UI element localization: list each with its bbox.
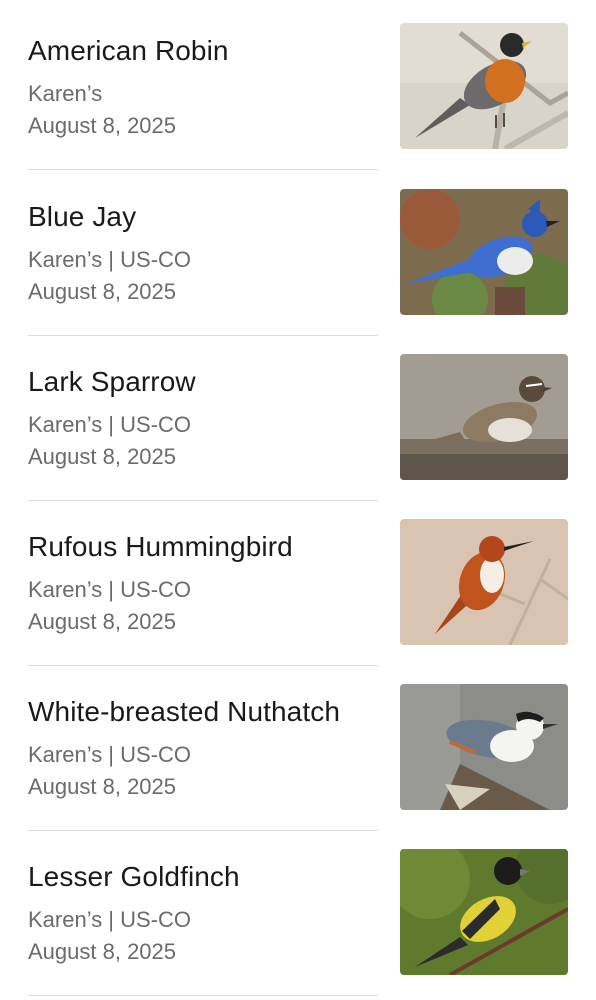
photo-icon xyxy=(400,189,568,315)
location-text: Karen’s xyxy=(28,81,103,106)
photo-icon xyxy=(400,354,568,480)
location-text: Karen’s | US-CO xyxy=(28,412,192,437)
species-name: Lark Sparrow xyxy=(28,366,196,397)
species-name: Blue Jay xyxy=(28,201,137,232)
date-text: August 8, 2025 xyxy=(28,609,177,634)
sighting-row-lark-sparrow[interactable]: Lark Sparrow Karen’s | US-CO August 8, 2… xyxy=(0,331,596,501)
lesser-goldfinch-photo[interactable] xyxy=(400,849,568,975)
location-text: Karen’s | US-CO xyxy=(28,742,192,767)
date-text: August 8, 2025 xyxy=(28,774,177,799)
photo-icon xyxy=(400,519,568,645)
location-text: Karen’s | US-CO xyxy=(28,577,192,602)
location-text: Karen’s | US-CO xyxy=(28,907,192,932)
photo-icon xyxy=(400,23,568,149)
row-divider xyxy=(28,995,378,996)
species-name: Rufous Hummingbird xyxy=(28,531,293,562)
sighting-row-lesser-goldfinch[interactable]: Lesser Goldfinch Karen’s | US-CO August … xyxy=(0,826,596,996)
rufous-hummingbird-photo[interactable] xyxy=(400,519,568,645)
sighting-row-rufous-hummingbird[interactable]: Rufous Hummingbird Karen’s | US-CO Augus… xyxy=(0,496,596,666)
blue-jay-photo[interactable] xyxy=(400,189,568,315)
species-name: Lesser Goldfinch xyxy=(28,861,240,892)
sightings-list: American Robin Karen’s August 8, 2025 Bl… xyxy=(0,0,596,1000)
species-name: American Robin xyxy=(28,35,229,66)
date-text: August 8, 2025 xyxy=(28,279,177,304)
date-text: August 8, 2025 xyxy=(28,444,177,469)
sighting-row-white-breasted-nuthatch[interactable]: White-breasted Nuthatch Karen’s | US-CO … xyxy=(0,661,596,831)
date-text: August 8, 2025 xyxy=(28,939,177,964)
photo-icon xyxy=(400,684,568,810)
lark-sparrow-photo[interactable] xyxy=(400,354,568,480)
white-breasted-nuthatch-photo[interactable] xyxy=(400,684,568,810)
location-text: Karen’s | US-CO xyxy=(28,247,192,272)
sighting-row-american-robin[interactable]: American Robin Karen’s August 8, 2025 xyxy=(0,0,596,170)
american-robin-photo[interactable] xyxy=(400,23,568,149)
photo-icon xyxy=(400,849,568,975)
date-text: August 8, 2025 xyxy=(28,113,177,138)
sighting-row-blue-jay[interactable]: Blue Jay Karen’s | US-CO August 8, 2025 xyxy=(0,166,596,336)
species-name: White-breasted Nuthatch xyxy=(28,696,341,727)
